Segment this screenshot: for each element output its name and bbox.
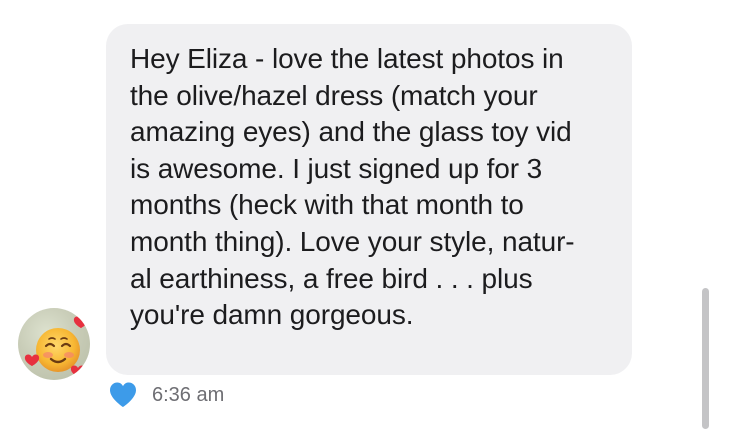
avatar[interactable] bbox=[18, 308, 90, 380]
message-line: month thing). Love your style, natur- bbox=[130, 225, 575, 257]
message-line: is awesome. I just signed up for 3 bbox=[130, 152, 543, 184]
smiling-face-with-hearts-icon bbox=[24, 316, 89, 377]
message-line: al earthiness, a free bird . . . plus bbox=[130, 262, 533, 294]
blue-heart-icon[interactable] bbox=[108, 381, 138, 409]
message-line: Hey Eliza - love the latest photos in bbox=[130, 43, 564, 74]
message-line: the olive/hazel dress (match your bbox=[130, 79, 538, 111]
message-line: months (heck with that month to bbox=[130, 189, 524, 221]
message-line: amazing eyes) and the glass toy vid bbox=[130, 116, 572, 148]
scrollbar[interactable] bbox=[702, 288, 709, 429]
chat-view: Hey Eliza - love the latest photos in th… bbox=[0, 0, 736, 429]
message-line: you're damn gorgeous. bbox=[130, 299, 414, 331]
message-timestamp: 6:36 am bbox=[152, 384, 225, 406]
message-bubble[interactable]: Hey Eliza - love the latest photos in th… bbox=[106, 24, 632, 375]
